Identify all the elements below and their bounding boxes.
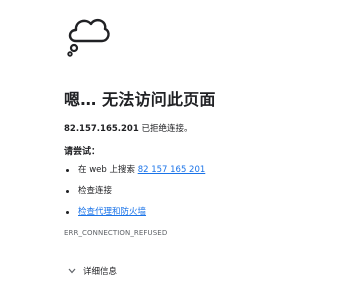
search-web-link[interactable]: 82 157 165 201 [138, 165, 206, 175]
error-message: 82.157.165.201 已拒绝连接。 [64, 122, 192, 134]
host-address: 82.157.165.201 [64, 124, 139, 134]
refused-text: 已拒绝连接。 [141, 124, 193, 134]
search-prefix-text: 在 web 上搜索 [78, 165, 135, 175]
check-connection-text: 检查连接 [78, 186, 113, 196]
suggestion-search-web: 在 web 上搜索 82 157 165 201 [64, 164, 205, 185]
thought-cloud-icon [67, 18, 110, 57]
suggestion-check-proxy: 检查代理和防火墙 [64, 206, 205, 227]
suggestions-heading: 请尝试： [64, 147, 101, 157]
details-label: 详细信息 [83, 267, 118, 277]
chevron-down-icon [68, 268, 76, 274]
details-button[interactable]: 详细信息 [68, 265, 117, 277]
suggestion-check-connection: 检查连接 [64, 185, 205, 206]
error-code: ERR_CONNECTION_REFUSED [64, 229, 168, 237]
check-proxy-firewall-link[interactable]: 检查代理和防火墙 [78, 207, 146, 217]
suggestions-list: 在 web 上搜索 82 157 165 201 检查连接 检查代理和防火墙 [64, 164, 205, 227]
page-title: 嗯… 无法访问此页面 [64, 90, 216, 109]
